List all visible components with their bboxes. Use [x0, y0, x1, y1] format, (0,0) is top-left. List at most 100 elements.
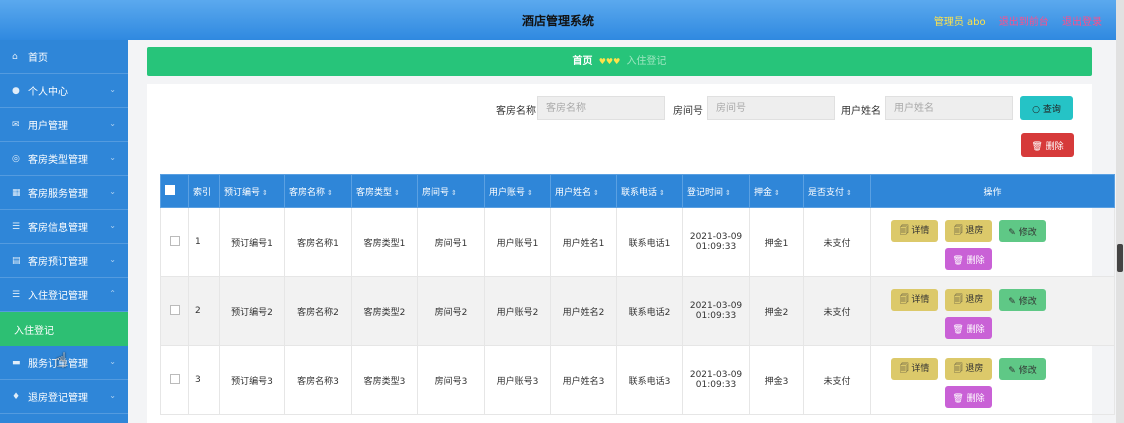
edit-button[interactable]: ✎ 修改 — [999, 289, 1046, 311]
detail-button[interactable]: 🗐 详情 — [891, 220, 938, 242]
column-header[interactable]: 用户账号 ⇕ — [484, 174, 551, 208]
column-header-label: 预订编号 — [224, 187, 261, 198]
sidebar-item-personal-center[interactable]: ● 个人中心 ⌄ — [0, 74, 128, 108]
checkout-button[interactable]: 🗐 退房 — [945, 289, 992, 311]
row-checkbox[interactable] — [169, 304, 180, 315]
sort-icon[interactable]: ⇕ — [774, 189, 780, 197]
room-no-input[interactable] — [707, 96, 835, 120]
chevron-up-icon: ⌃ — [109, 289, 116, 298]
column-header[interactable]: 客房类型 ⇕ — [351, 174, 418, 208]
cell-checkin-time: 2021-03-09 01:09:33 — [682, 345, 750, 415]
edit-button[interactable]: ✎ 修改 — [999, 220, 1046, 242]
breadcrumb-current: 入住登记 — [626, 56, 667, 67]
sort-icon[interactable]: ⇕ — [725, 189, 731, 197]
page-scrollbar[interactable] — [1116, 0, 1124, 423]
cell-user-name: 用户姓名3 — [550, 345, 617, 415]
cell-room-name: 客房名称3 — [284, 345, 352, 415]
sidebar-item-room-type-management[interactable]: ◎ 客房类型管理 ⌄ — [0, 142, 128, 176]
sidebar-subitem-checkin[interactable]: 入住登记 — [0, 312, 128, 346]
column-header[interactable]: 预订编号 ⇕ — [219, 174, 285, 208]
sort-icon[interactable]: ⇕ — [593, 189, 599, 197]
cell-booking-no: 预订编号3 — [219, 345, 285, 415]
column-header[interactable]: 登记时间 ⇕ — [682, 174, 750, 208]
front-page-link[interactable]: 退出到前台 — [999, 17, 1049, 28]
column-header[interactable]: 押金 ⇕ — [749, 174, 804, 208]
cell-index: 2 — [188, 276, 220, 346]
row-checkbox[interactable] — [169, 235, 180, 246]
cell-booking-no: 预订编号2 — [219, 276, 285, 346]
sidebar-item-checkin-management[interactable]: ☰ 入住登记管理 ⌃ — [0, 278, 128, 312]
sort-icon[interactable]: ⇕ — [262, 189, 268, 197]
delete-button[interactable]: 🗑 删除 — [945, 386, 992, 408]
row-checkbox-cell[interactable] — [160, 345, 189, 415]
room-name-input[interactable] — [537, 96, 665, 120]
select-all-checkbox-cell[interactable] — [160, 174, 189, 208]
sort-icon[interactable]: ⇕ — [451, 189, 457, 197]
select-all-checkbox[interactable] — [165, 184, 175, 195]
column-header-label: 联系电话 — [621, 187, 658, 198]
user-name-input[interactable] — [885, 96, 1013, 120]
chevron-down-icon: ⌄ — [109, 255, 116, 264]
sidebar-item-home[interactable]: ⌂ 首页 — [0, 40, 128, 74]
room-name-label: 客房名称 — [496, 106, 536, 117]
sort-icon[interactable]: ⇕ — [659, 189, 665, 197]
sidebar-item-label: 入住登记管理 — [28, 291, 88, 302]
sidebar-item-room-service-management[interactable]: ▦ 客房服务管理 ⌄ — [0, 176, 128, 210]
sidebar-item-label: 个人中心 — [28, 87, 68, 98]
sidebar-item-checkout-management[interactable]: ♦ 退房登记管理 ⌄ — [0, 380, 128, 414]
cell-paid-status: 未支付 — [803, 276, 871, 346]
chevron-down-icon: ⌄ — [109, 391, 116, 400]
column-header[interactable]: 客房名称 ⇕ — [284, 174, 352, 208]
sidebar-item-user-management[interactable]: ✉ 用户管理 ⌄ — [0, 108, 128, 142]
admin-label: 管理员 abo — [933, 17, 986, 28]
sort-icon[interactable]: ⇕ — [527, 189, 533, 197]
detail-button[interactable]: 🗐 详情 — [891, 289, 938, 311]
column-header-label: 登记时间 — [687, 187, 724, 198]
bulk-delete-button[interactable]: 🗑 删除 — [1021, 133, 1074, 157]
delete-button[interactable]: 🗑 删除 — [945, 317, 992, 339]
cell-room-name: 客房名称1 — [284, 207, 352, 277]
sidebar-item-label: 客房类型管理 — [28, 155, 88, 166]
edit-button[interactable]: ✎ 修改 — [999, 358, 1046, 380]
list-icon: ☰ — [12, 289, 21, 300]
column-header-label: 客房名称 — [289, 187, 326, 198]
sort-icon[interactable]: ⇕ — [327, 189, 333, 197]
checkin-date: 2021-03-09 — [689, 301, 743, 311]
column-header: 索引 — [188, 174, 220, 208]
logout-link[interactable]: 退出登录 — [1062, 17, 1102, 28]
row-checkbox-cell[interactable] — [160, 207, 189, 277]
detail-button[interactable]: 🗐 详情 — [891, 358, 938, 380]
row-checkbox-cell[interactable] — [160, 276, 189, 346]
sort-icon[interactable]: ⇕ — [846, 189, 852, 197]
cell-deposit: 押金2 — [749, 276, 804, 346]
breadcrumb-home[interactable]: 首页 — [573, 56, 593, 67]
search-button[interactable]: ○ 查询 — [1020, 96, 1073, 120]
cell-booking-no: 预订编号1 — [219, 207, 285, 277]
column-header[interactable]: 房间号 ⇕ — [417, 174, 485, 208]
checkout-button[interactable]: 🗐 退房 — [945, 358, 992, 380]
cell-paid-status: 未支付 — [803, 345, 871, 415]
checkin-date: 2021-03-09 — [689, 232, 743, 242]
column-header[interactable]: 用户姓名 ⇕ — [550, 174, 617, 208]
sidebar-item-room-booking-management[interactable]: ▤ 客房预订管理 ⌄ — [0, 244, 128, 278]
row-checkbox[interactable] — [169, 373, 180, 384]
cell-paid-status: 未支付 — [803, 207, 871, 277]
chevron-down-icon: ⌄ — [109, 221, 116, 230]
cell-actions: 🗐 详情 🗐 退房 ✎ 修改 🗑 删除 — [870, 276, 1115, 346]
cell-index: 3 — [188, 345, 220, 415]
delete-button[interactable]: 🗑 删除 — [945, 248, 992, 270]
hand-cursor-icon: ☝ — [55, 348, 68, 372]
sort-icon[interactable]: ⇕ — [394, 189, 400, 197]
column-header[interactable]: 是否支付 ⇕ — [803, 174, 871, 208]
header-links: 管理员 abo 退出到前台 退出登录 — [924, 13, 1102, 28]
checkout-button[interactable]: 🗐 退房 — [945, 220, 992, 242]
column-header-label: 是否支付 — [808, 187, 845, 198]
action-group: 🗐 详情 🗐 退房 ✎ 修改 🗑 删除 — [871, 346, 1114, 414]
cell-user-account: 用户账号2 — [484, 276, 551, 346]
column-header[interactable]: 联系电话 ⇕ — [616, 174, 683, 208]
scrollbar-thumb[interactable] — [1117, 244, 1123, 272]
checkin-clock: 01:09:33 — [695, 311, 737, 321]
search-form: 客房名称 房间号 用户姓名 ○ 查询 — [147, 96, 1092, 120]
sidebar-item-room-info-management[interactable]: ☰ 客房信息管理 ⌄ — [0, 210, 128, 244]
cell-room-type: 客房类型2 — [351, 276, 418, 346]
